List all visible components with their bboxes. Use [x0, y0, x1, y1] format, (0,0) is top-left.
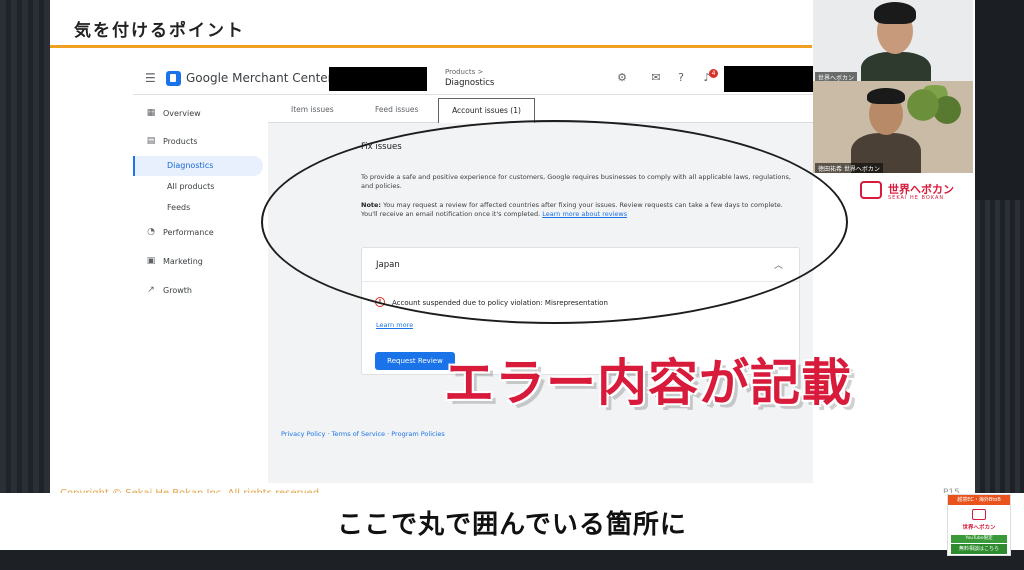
- tab-account-issues[interactable]: Account issues (1): [438, 98, 535, 123]
- sidebar-item-marketing[interactable]: ▣ Marketing: [133, 252, 263, 272]
- ad-brand-name: 世界へボカン: [962, 525, 996, 531]
- ad-logo-icon: [972, 509, 986, 520]
- plant-decoration: [905, 85, 965, 135]
- webcam-label: 徳田祐希 世界へボカン: [815, 163, 883, 173]
- performance-icon: ◔: [147, 227, 155, 237]
- webcam-host-1: 世界へボカン: [813, 0, 973, 81]
- notification-badge: 4: [709, 69, 718, 78]
- request-review-button[interactable]: Request Review: [375, 352, 455, 370]
- sidebar-item-label: Products: [163, 137, 198, 146]
- overview-icon: ▦: [146, 108, 156, 118]
- sidebar-item-performance[interactable]: ◔ Performance: [133, 223, 263, 243]
- breadcrumb-parent[interactable]: Products >: [445, 68, 494, 76]
- tab-feed-issues[interactable]: Feed issues: [375, 105, 418, 114]
- webcam-label: 世界へボカン: [815, 72, 858, 81]
- sidebar-item-feeds[interactable]: Feeds: [133, 198, 263, 218]
- sidebar-item-label: Feeds: [167, 203, 191, 212]
- brand-logo: 世界へボカン SEKAI HE BOKAN: [860, 178, 970, 204]
- growth-icon: ↗: [147, 285, 155, 295]
- sidebar: ▦ Overview ▤ Products Diagnostics All pr…: [133, 95, 268, 483]
- sidebar-item-overview[interactable]: ▦ Overview: [133, 104, 263, 124]
- callout-text: エラー内容が記載: [444, 354, 852, 412]
- sidebar-item-label: All products: [167, 182, 215, 191]
- background-city-left: [0, 0, 50, 570]
- diagnostics-tabs: Item issues Feed issues Account issues (…: [268, 95, 813, 123]
- sidebar-item-all-products[interactable]: All products: [133, 177, 263, 197]
- person-hair: [867, 88, 905, 104]
- highlight-circle: [261, 120, 848, 324]
- consultation-ad[interactable]: 越境EC・海外BtoB 世界へボカン YouTube限定 無料相談はこちら: [947, 494, 1011, 556]
- footer-links[interactable]: Privacy Policy · Terms of Service · Prog…: [281, 430, 445, 438]
- tab-item-issues[interactable]: Item issues: [291, 105, 334, 114]
- sidebar-item-growth[interactable]: ↗ Growth: [133, 281, 263, 301]
- menu-icon[interactable]: ☰: [145, 72, 157, 84]
- app-name: Google Merchant Center: [186, 71, 333, 85]
- speech-bubble-logo-icon: [860, 181, 882, 199]
- sidebar-item-label: Marketing: [163, 257, 203, 266]
- products-icon: ▤: [146, 136, 156, 146]
- mail-icon[interactable]: ✉: [650, 72, 662, 84]
- sidebar-item-label: Performance: [163, 228, 214, 237]
- person-body: [861, 52, 931, 81]
- breadcrumb: Products > Diagnostics: [445, 68, 494, 88]
- slide-title-rule: [50, 45, 812, 48]
- person-hair: [874, 2, 916, 24]
- redacted-profile-box: [724, 66, 813, 92]
- marketing-icon: ▣: [146, 256, 156, 266]
- help-icon[interactable]: ?: [675, 72, 687, 84]
- gear-icon[interactable]: ⚙: [616, 72, 628, 84]
- breadcrumb-current: Diagnostics: [445, 78, 495, 88]
- webcam-host-2: 徳田祐希 世界へボカン: [813, 81, 973, 173]
- ad-youtube-badge: YouTube限定: [951, 535, 1007, 543]
- video-subtitle: ここで丸で囲んでいる箇所に: [337, 510, 687, 540]
- merchant-center-logo-icon: [166, 71, 181, 86]
- ad-consult-button[interactable]: 無料相談はこちら: [951, 544, 1007, 554]
- sidebar-item-label: Overview: [163, 109, 201, 118]
- ad-header: 越境EC・海外BtoB: [948, 495, 1010, 505]
- brand-subtitle: SEKAI HE BOKAN: [888, 195, 945, 201]
- learn-more-link[interactable]: Learn more: [376, 321, 413, 329]
- gmc-header: ☰ Google Merchant Center Products > Diag…: [133, 63, 813, 95]
- redacted-account-box: [329, 67, 427, 91]
- slide-title: 気を付けるポイント: [74, 21, 245, 41]
- sidebar-item-diagnostics[interactable]: Diagnostics: [133, 156, 263, 176]
- bottom-strip: [0, 550, 1024, 570]
- sidebar-item-products[interactable]: ▤ Products: [133, 132, 263, 152]
- sidebar-item-label: Growth: [163, 286, 192, 295]
- background-city-right: [975, 200, 1024, 500]
- sidebar-item-label: Diagnostics: [167, 161, 214, 170]
